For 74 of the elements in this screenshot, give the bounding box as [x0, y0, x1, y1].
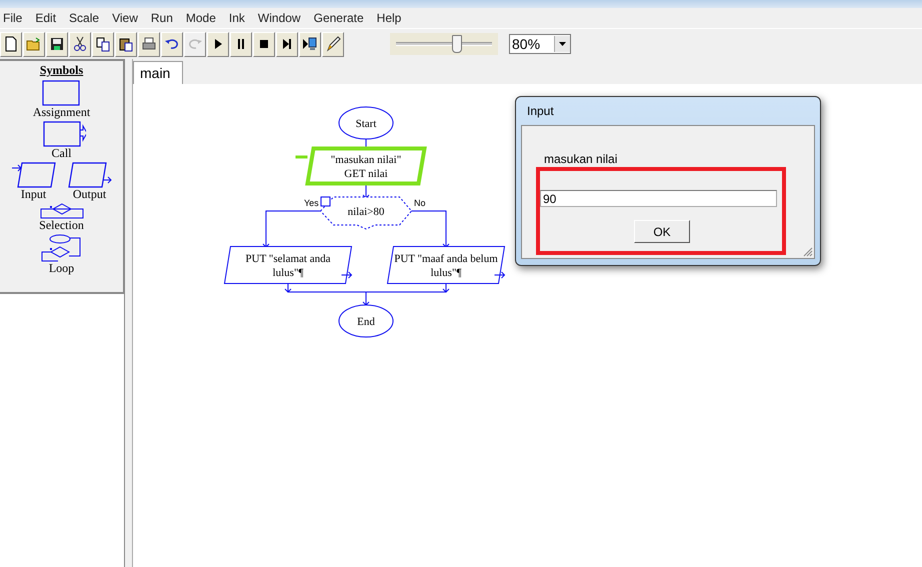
symbol-item[interactable]: Loop [2, 234, 122, 275]
save-button[interactable] [46, 32, 68, 56]
print-icon [141, 36, 157, 52]
dialog-title: Input [526, 103, 555, 120]
node-text: End [357, 316, 375, 328]
node-text: PUT "maaf anda belum [394, 253, 498, 265]
cut-button[interactable] [69, 32, 91, 56]
output-symbol-icon [68, 162, 112, 188]
terminal-node[interactable] [338, 106, 394, 140]
output-node[interactable] [224, 246, 352, 284]
menu-item[interactable]: Mode [186, 11, 216, 25]
symbol-item[interactable]: Assignment [2, 80, 122, 119]
menu-item[interactable]: File [3, 11, 22, 25]
input-node[interactable] [305, 146, 427, 186]
test-icon [302, 36, 318, 52]
open-icon [26, 36, 42, 52]
open-button[interactable] [23, 32, 45, 56]
pen-icon [325, 36, 341, 52]
input-field[interactable]: 90 [540, 190, 777, 207]
rectangle-symbol-icon [42, 80, 82, 106]
menu-item[interactable]: View [112, 11, 138, 25]
ok-button[interactable]: OK [634, 220, 690, 243]
undo-button[interactable] [161, 32, 183, 56]
pause-button[interactable] [230, 32, 252, 56]
symbol-item[interactable]: Selection [2, 203, 122, 232]
menu-item[interactable]: Run [150, 11, 173, 25]
node-text: lulus"¶ [430, 267, 462, 279]
input-symbol-icon [12, 162, 56, 188]
no-label: No [414, 198, 426, 208]
test-button[interactable] [299, 32, 321, 56]
caret-icon [559, 42, 566, 46]
new-icon [3, 36, 19, 52]
yes-label: Yes [304, 198, 319, 208]
resize-grip-icon[interactable] [802, 246, 813, 257]
connector-line [410, 210, 450, 248]
connector-line [362, 184, 370, 199]
node-text: GET nilai [344, 168, 388, 180]
menu-item[interactable]: Window [258, 11, 301, 25]
menu-item[interactable]: Scale [69, 11, 100, 25]
node-text: Start [356, 118, 376, 130]
menu-item[interactable]: Ink [228, 11, 245, 25]
run-button[interactable] [207, 32, 229, 56]
copy-button[interactable] [92, 32, 114, 56]
loop-symbol-icon [40, 234, 84, 262]
connector-line [262, 210, 320, 248]
tab[interactable]: main [133, 61, 184, 84]
menu-item[interactable]: Generate [314, 11, 364, 25]
collapse-icon[interactable] [320, 196, 330, 206]
print-button[interactable] [138, 32, 160, 56]
paste-icon [118, 36, 134, 52]
save-icon [49, 36, 65, 52]
symbol-item[interactable]: Call [2, 121, 122, 160]
prompt-label: masukan nilai [544, 152, 618, 166]
symbol-item[interactable]: Input [6, 162, 62, 201]
symbols-title: Symbols [40, 63, 84, 78]
decision-node[interactable] [320, 196, 412, 230]
new-button[interactable] [0, 32, 22, 56]
node-text: "masukan nilai" [330, 154, 402, 166]
node-text: lulus"¶ [272, 267, 304, 279]
output-node[interactable] [386, 246, 506, 284]
selection-symbol-icon [40, 203, 84, 219]
cut-icon [72, 36, 88, 52]
menu-item[interactable]: Help [376, 11, 402, 25]
step-button[interactable] [276, 32, 298, 56]
copy-icon [95, 36, 111, 52]
terminal-node[interactable] [338, 304, 394, 338]
node-text: nilai>80 [348, 206, 384, 218]
menu-item[interactable]: Edit [35, 11, 56, 25]
pen-button[interactable] [322, 32, 344, 56]
stop-button[interactable] [253, 32, 275, 56]
node-text: PUT "selamat anda [246, 253, 330, 265]
zoom-dropdown[interactable]: 80% [509, 34, 571, 54]
paste-button[interactable] [115, 32, 137, 56]
symbol-item[interactable]: Output [62, 162, 118, 201]
